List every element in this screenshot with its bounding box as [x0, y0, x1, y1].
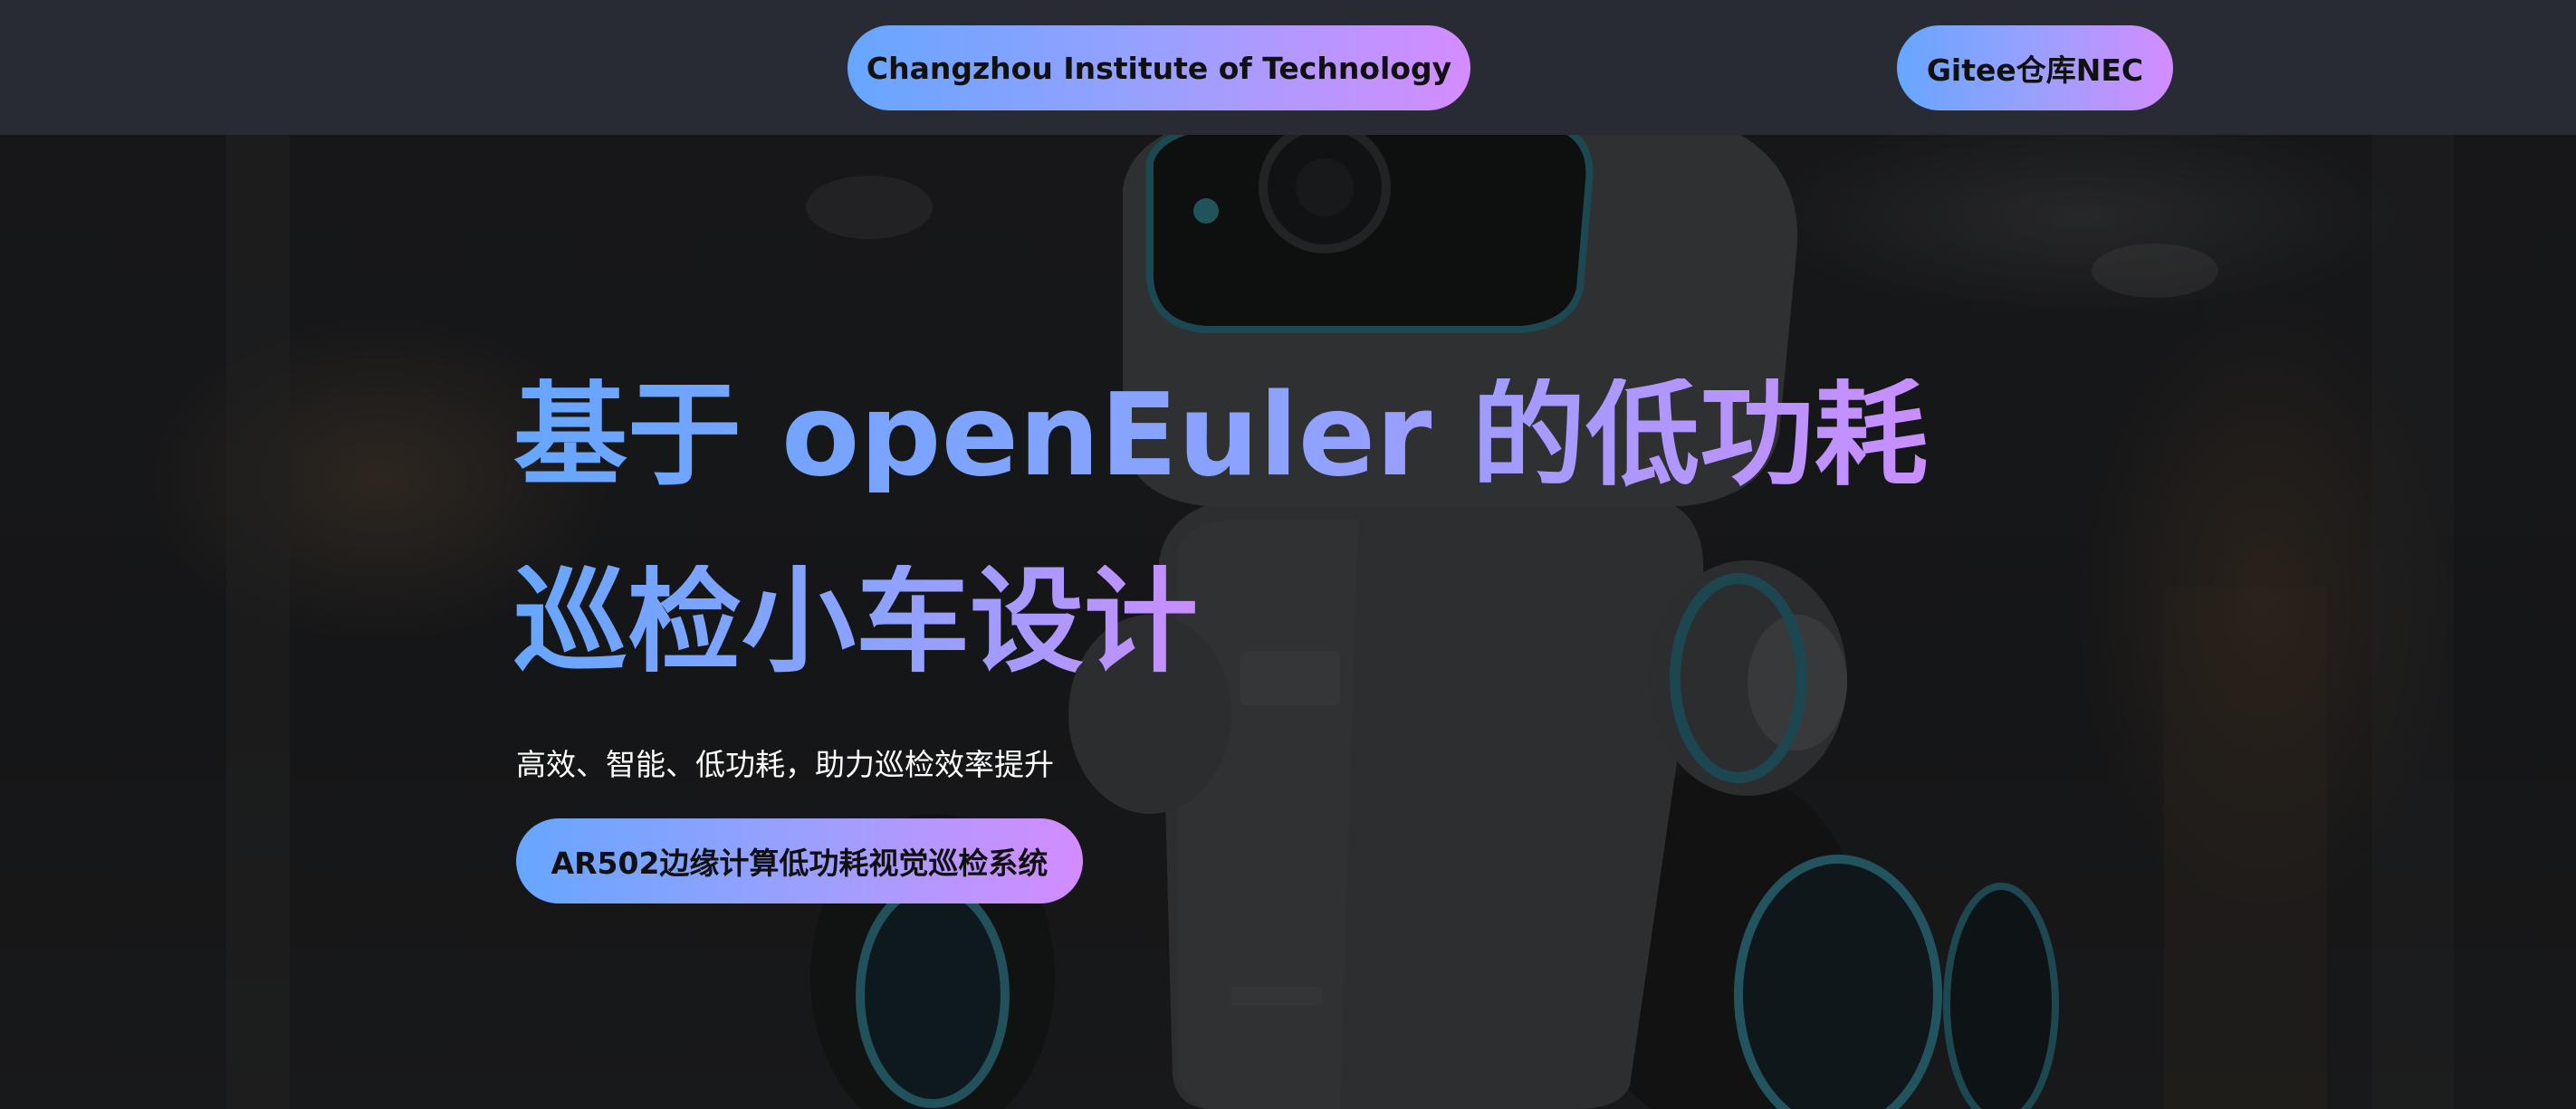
hero-overlay — [0, 135, 2576, 1109]
top-nav-bar: Changzhou Institute of Technology Gitee仓… — [0, 0, 2576, 135]
hero-title-line-1: 基于 openEuler 的低功耗 — [513, 368, 1929, 502]
gitee-repo-button[interactable]: Gitee仓库NEC — [1897, 25, 2173, 110]
page: Changzhou Institute of Technology Gitee仓… — [0, 0, 2576, 1109]
hero-subtitle: 高效、智能、低功耗，助力巡检效率提升 — [516, 747, 1054, 782]
hero-title-line-2: 巡检小车设计 — [513, 555, 1198, 688]
school-link-button[interactable]: Changzhou Institute of Technology — [847, 25, 1470, 110]
hero-section — [0, 135, 2576, 1109]
system-cta-button[interactable]: AR502边缘计算低功耗视觉巡检系统 — [516, 818, 1083, 903]
